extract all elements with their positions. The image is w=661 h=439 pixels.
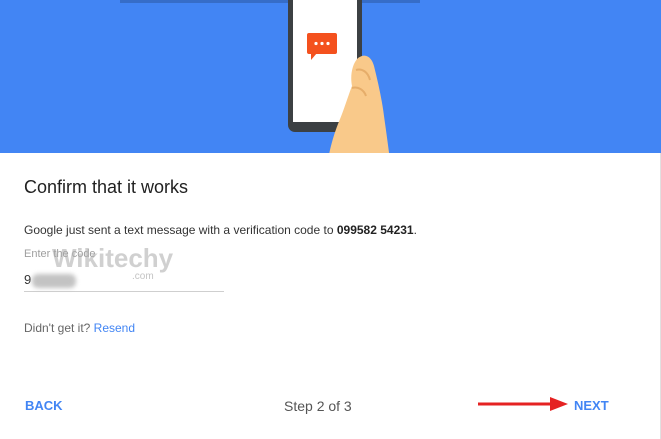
next-button[interactable]: NEXT <box>574 398 609 413</box>
message-text: Google just sent a text message with a v… <box>24 223 337 237</box>
code-visible-digit: 9 <box>24 272 32 287</box>
verification-dialog: Confirm that it works Google just sent a… <box>0 0 661 439</box>
arrow-right-icon <box>478 397 568 411</box>
phone-number: 099582 54231 <box>336 223 414 237</box>
message-suffix: . <box>413 223 417 237</box>
step-indicator: Step 2 of 3 <box>284 398 352 414</box>
phone-in-hand-icon <box>288 0 390 153</box>
resend-question: Didn't get it? <box>24 321 94 335</box>
code-field: Enter the code 9 <box>24 246 224 296</box>
resend-row: Didn't get it? Resend <box>24 321 135 335</box>
page-title: Confirm that it works <box>24 177 189 197</box>
code-blur <box>32 274 76 288</box>
back-button[interactable]: BACK <box>25 398 63 413</box>
hero-banner <box>0 0 661 153</box>
verification-message: Google just sent a text message with a v… <box>24 223 417 237</box>
code-field-label: Enter the code <box>24 248 96 260</box>
resend-link[interactable]: Resend <box>94 321 135 335</box>
